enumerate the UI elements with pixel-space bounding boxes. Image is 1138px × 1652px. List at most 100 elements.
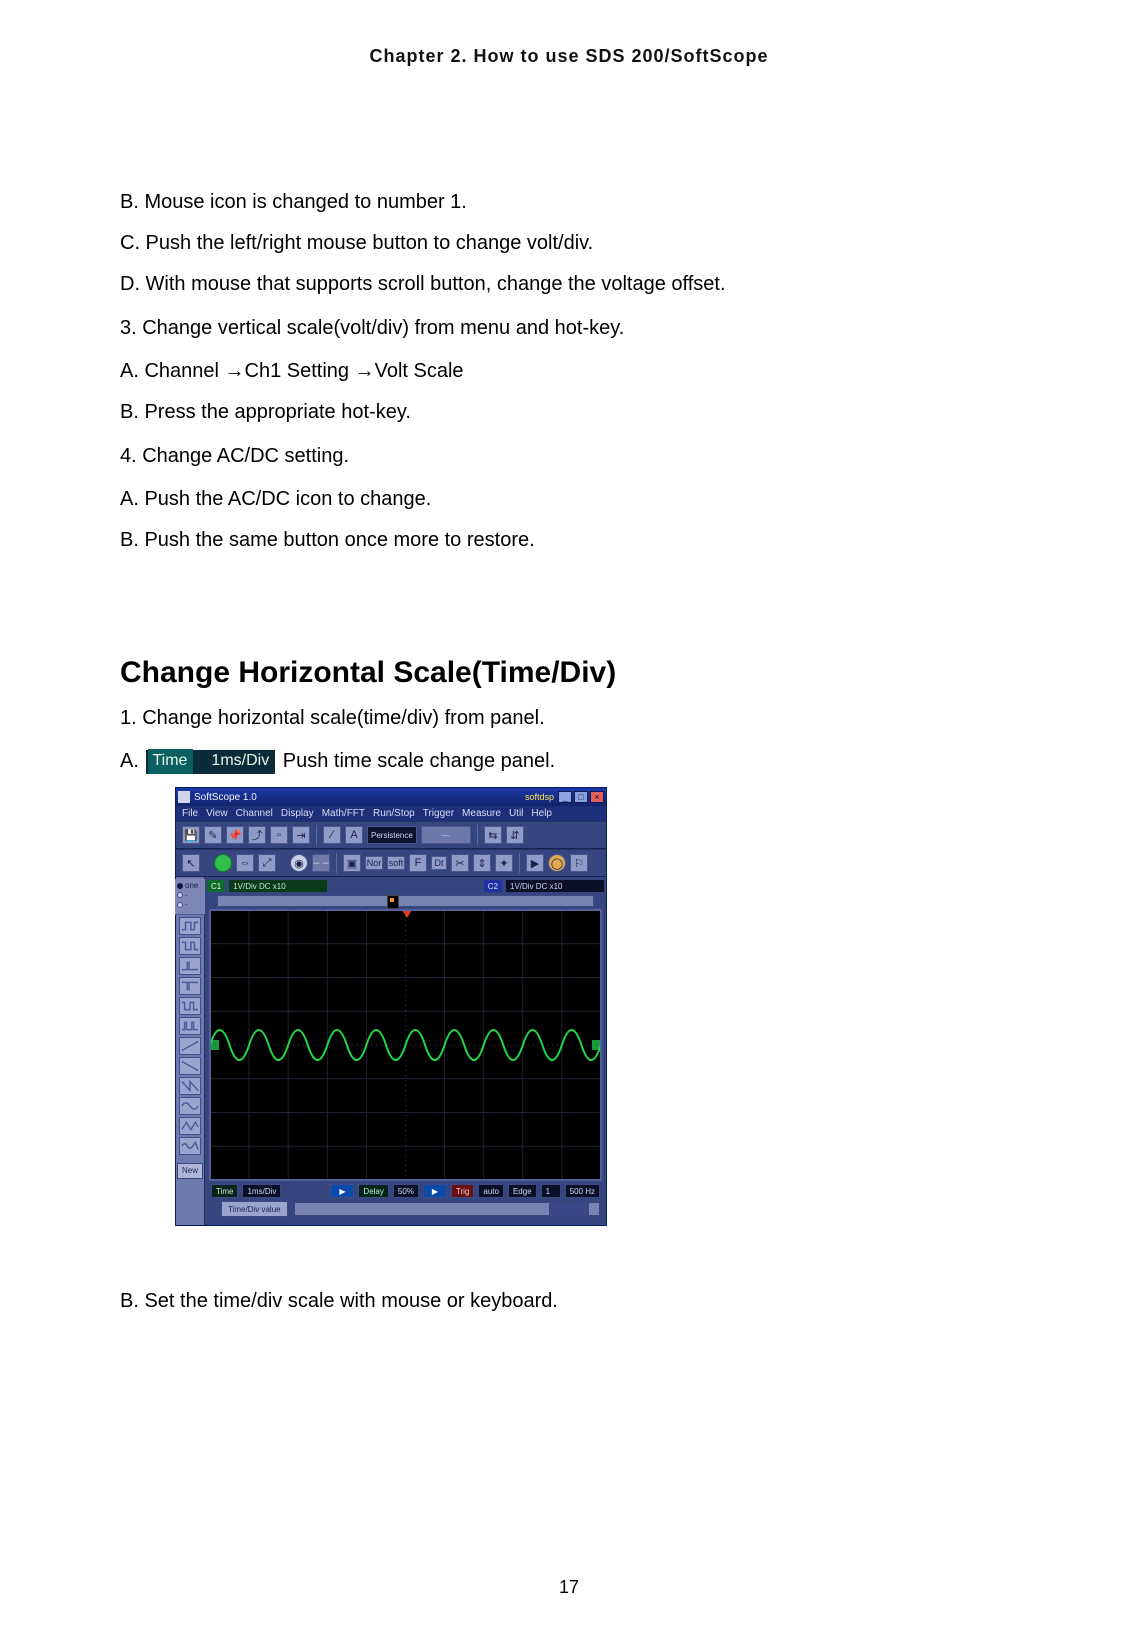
arrow-icon: → <box>225 360 245 382</box>
section-heading-horizontal: Change Horizontal Scale(Time/Div) <box>120 656 1018 690</box>
persistence-panel[interactable]: Persistence <box>367 826 417 844</box>
ch1-badge[interactable]: C1 <box>207 880 225 892</box>
delay-left-button[interactable]: ▶ <box>330 1184 354 1198</box>
edit-icon[interactable]: ✎ <box>204 826 222 844</box>
waveform-saw-down-icon[interactable] <box>179 1077 201 1095</box>
menu-runstop[interactable]: Run/Stop <box>373 808 415 819</box>
s3a-post: Volt Scale <box>375 360 464 382</box>
record-icon[interactable]: ◯ <box>548 854 566 872</box>
waveform-ramp-up-icon[interactable] <box>179 1037 201 1055</box>
waveform-square-wide-icon[interactable] <box>179 997 201 1015</box>
toolbar-1: 💾 ✎ 📌 ⤴ ▫ ⇥ ⁄ A Persistence — ⇆ ⇵ <box>176 821 606 849</box>
slider-thumb[interactable] <box>387 895 399 909</box>
horiz-line1: 1. Change horizontal scale(time/div) fro… <box>120 702 1018 734</box>
scrollbar-thumb[interactable] <box>549 1203 589 1215</box>
trigger-type[interactable]: Edge <box>508 1184 537 1198</box>
waveform-square-up-icon[interactable] <box>179 917 201 935</box>
normal-mode-button[interactable]: Nor <box>365 856 383 870</box>
dt-button[interactable]: Dt <box>431 856 447 870</box>
trigger-source[interactable]: 1 <box>541 1184 561 1198</box>
menu-channel[interactable]: Channel <box>236 808 273 819</box>
menu-trigger[interactable]: Trigger <box>423 808 454 819</box>
dash-icon[interactable]: – – <box>312 854 330 872</box>
menu-mathfft[interactable]: Math/FFT <box>322 808 365 819</box>
fft-button[interactable]: F <box>409 854 427 872</box>
bottom-row-2: Time/Div value <box>207 1199 604 1221</box>
scope-panel: C1 1V/Div DC x10 C2 1V/Div DC x10 <box>205 877 606 1225</box>
run-indicator-icon[interactable] <box>214 854 232 872</box>
group2-icon[interactable]: ⇵ <box>506 826 524 844</box>
save-icon[interactable]: 💾 <box>182 826 200 844</box>
oscilloscope-display[interactable] <box>209 909 602 1181</box>
delay-label[interactable]: Delay <box>358 1184 388 1198</box>
trigger-mode[interactable]: auto <box>478 1184 504 1198</box>
softscope-window: SoftScope 1.0 softdsp _ □ × File View Ch… <box>175 787 607 1226</box>
horizontal-position-slider[interactable] <box>217 895 594 907</box>
channel-info-bar: C1 1V/Div DC x10 C2 1V/Div DC x10 <box>207 879 604 893</box>
waveform-pulse-down-icon[interactable] <box>179 977 201 995</box>
time-label[interactable]: Time <box>211 1184 238 1198</box>
app-icon <box>178 791 190 803</box>
delay-right-button[interactable]: ▶ <box>423 1184 447 1198</box>
trigger-label[interactable]: Trig <box>451 1184 474 1198</box>
mode-option-2[interactable]: · <box>177 891 205 901</box>
menu-help[interactable]: Help <box>531 808 552 819</box>
measure-icon[interactable]: ⇕ <box>473 854 491 872</box>
waveform-ramp-down-icon[interactable] <box>179 1057 201 1075</box>
minimize-button[interactable]: _ <box>558 791 572 803</box>
cursor-icon[interactable]: ↖ <box>182 854 200 872</box>
waveform-pulse-pair-icon[interactable] <box>179 1017 201 1035</box>
waveform-mixed-icon[interactable] <box>179 1137 201 1155</box>
waveform-triangle-icon[interactable] <box>179 1117 201 1135</box>
section4-b: B. Push the same button once more to res… <box>120 525 1018 556</box>
menu-measure[interactable]: Measure <box>462 808 501 819</box>
zoom-h-icon[interactable]: ⇔ <box>236 854 254 872</box>
menu-display[interactable]: Display <box>281 808 314 819</box>
time-badge-value: 1ms/Div <box>211 749 273 774</box>
mode-option-1[interactable]: one <box>177 881 205 891</box>
titlebar[interactable]: SoftScope 1.0 softdsp _ □ × <box>176 788 606 806</box>
mode-group: one · · <box>175 879 205 915</box>
maximize-button[interactable]: □ <box>574 791 588 803</box>
ch2-info[interactable]: 1V/Div DC x10 <box>506 880 604 892</box>
delay-value[interactable]: 50% <box>393 1184 419 1198</box>
open-icon[interactable]: ⤴ <box>248 826 266 844</box>
toolbar-separator <box>336 853 337 873</box>
persistence-slider[interactable]: — <box>421 826 471 844</box>
snapshot-icon[interactable]: ▣ <box>343 854 361 872</box>
soft-mode-button[interactable]: soft <box>387 856 405 870</box>
content-area: one · · New C1 <box>176 877 606 1225</box>
menu-file[interactable]: File <box>182 808 198 819</box>
waveform-square-down-icon[interactable] <box>179 937 201 955</box>
autoset-button[interactable]: A <box>345 826 363 844</box>
ch1-info[interactable]: 1V/Div DC x10 <box>229 880 327 892</box>
arrow-icon: → <box>355 360 375 382</box>
section3-title: 3. Change vertical scale(volt/div) from … <box>120 312 1018 344</box>
time-div-value[interactable]: 1ms/Div <box>242 1184 281 1198</box>
horizontal-scrollbar[interactable] <box>294 1202 600 1216</box>
flag-icon[interactable]: ⚐ <box>570 854 588 872</box>
page-icon[interactable]: ▫ <box>270 826 288 844</box>
chapter-header: Chapter 2. How to use SDS 200/SoftScope <box>120 46 1018 67</box>
new-button[interactable]: New <box>177 1163 203 1179</box>
ruler-icon[interactable]: ⇥ <box>292 826 310 844</box>
waveform-sine-icon[interactable] <box>179 1097 201 1115</box>
section4-a: A. Push the AC/DC icon to change. <box>120 484 1018 515</box>
star-icon[interactable]: ✦ <box>495 854 513 872</box>
item-2b: B. Mouse icon is changed to number 1. <box>120 187 1018 218</box>
menu-util[interactable]: Util <box>509 808 523 819</box>
menu-view[interactable]: View <box>206 808 228 819</box>
group1-icon[interactable]: ⇆ <box>484 826 502 844</box>
invert-icon[interactable]: ⁄ <box>323 826 341 844</box>
time-scale-badge[interactable]: Time 1ms/Div <box>146 750 275 774</box>
mode-option-3[interactable]: · <box>177 900 205 910</box>
zoom-all-icon[interactable]: ⤢ <box>258 854 276 872</box>
pin-icon[interactable]: 📌 <box>226 826 244 844</box>
window-title: SoftScope 1.0 <box>194 792 525 803</box>
close-button[interactable]: × <box>590 791 604 803</box>
stop-indicator-icon[interactable]: ◉ <box>290 854 308 872</box>
waveform-pulse-up-icon[interactable] <box>179 957 201 975</box>
cut-icon[interactable]: ✂ <box>451 854 469 872</box>
play-icon[interactable]: ▶ <box>526 854 544 872</box>
ch2-badge[interactable]: C2 <box>484 880 502 892</box>
